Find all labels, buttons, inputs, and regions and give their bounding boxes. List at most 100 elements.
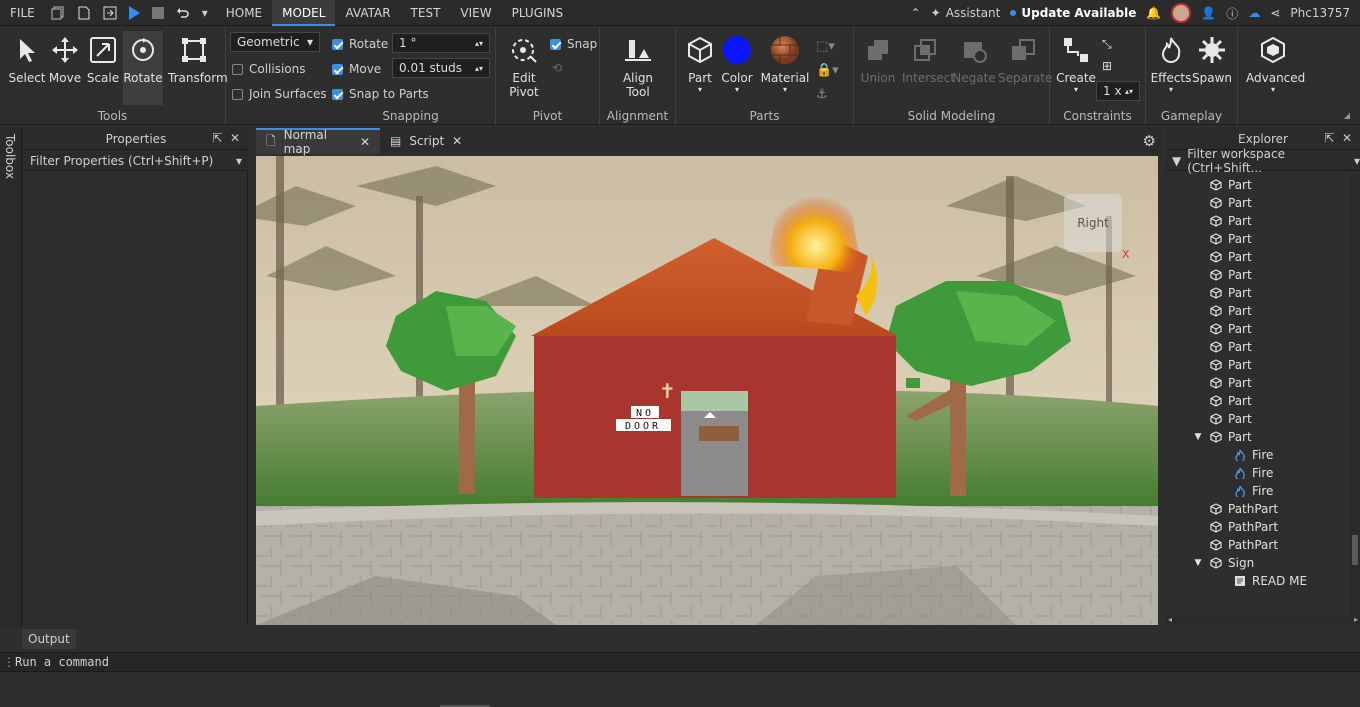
popout-icon[interactable]: ⇱ — [212, 131, 222, 145]
new-file-icon[interactable] — [77, 6, 91, 20]
view-cube[interactable]: Right — [1064, 194, 1122, 252]
explorer-item[interactable]: Part — [1186, 284, 1252, 302]
explorer-item[interactable]: Part — [1186, 194, 1252, 212]
scroll-right-icon[interactable]: ▸ — [1354, 615, 1358, 625]
explorer-item[interactable]: Part — [1186, 230, 1252, 248]
help-icon[interactable]: ⓘ — [1226, 5, 1238, 22]
transform-tool[interactable]: Transform — [168, 35, 228, 85]
mode-dropdown[interactable]: Geometric ▾ — [230, 32, 320, 52]
stepper-icon[interactable]: ▴▾ — [475, 39, 483, 48]
snap-to-parts-checkbox[interactable]: Snap to Parts — [332, 87, 429, 101]
scroll-left-icon[interactable]: ◂ — [1168, 615, 1172, 625]
negate-tool[interactable]: Negate — [952, 35, 996, 85]
explorer-item[interactable]: Part — [1186, 302, 1252, 320]
update-button[interactable]: Update Available — [1010, 6, 1136, 20]
align-tool[interactable]: Align Tool — [618, 35, 658, 99]
effects-tool[interactable]: Effects ▾ — [1150, 35, 1192, 94]
explorer-item[interactable]: READ ME — [1210, 572, 1307, 590]
tab-model[interactable]: MODEL — [272, 0, 336, 26]
scrollbar-thumb[interactable] — [1352, 535, 1358, 565]
rotate-increment-input[interactable]: 1 ° ▴▾ — [392, 33, 490, 53]
username[interactable]: Phc13757 — [1290, 6, 1350, 20]
explorer-hscroll[interactable]: ◂ ▸ — [1166, 615, 1360, 625]
ribbon-expand-icon[interactable]: ◢ — [1344, 111, 1350, 120]
tab-output[interactable]: Output — [22, 629, 76, 649]
intersect-tool[interactable]: Intersect — [902, 35, 955, 85]
explorer-scrollbar[interactable] — [1350, 175, 1360, 615]
publish-icon[interactable] — [103, 6, 117, 20]
explorer-item[interactable]: Part — [1186, 338, 1252, 356]
tab-view[interactable]: VIEW — [450, 0, 501, 26]
close-icon[interactable]: ✕ — [452, 134, 462, 148]
stop-icon[interactable] — [151, 6, 164, 19]
part-tool[interactable]: Part ▾ — [680, 35, 720, 94]
copy-icon[interactable] — [51, 6, 65, 20]
close-icon[interactable]: ✕ — [1342, 131, 1352, 145]
pivot-snap-checkbox[interactable]: Snap — [550, 37, 597, 51]
stepper-icon[interactable]: ▴▾ — [475, 64, 483, 73]
group-icon[interactable]: ⬚▾ — [816, 35, 839, 59]
popout-icon[interactable]: ⇱ — [1324, 131, 1334, 145]
explorer-item[interactable]: PathPart — [1186, 518, 1278, 536]
explorer-item[interactable]: ▼ Part — [1186, 428, 1252, 446]
constraint-scale-input[interactable]: 1 x ▴▾ — [1096, 81, 1140, 101]
explorer-item[interactable]: Fire — [1210, 446, 1273, 464]
separate-tool[interactable]: Separate — [998, 35, 1052, 85]
cloud-icon[interactable]: ☁ — [1248, 6, 1260, 20]
weld-icon[interactable]: ⤡ — [1102, 33, 1112, 55]
join-surfaces-checkbox[interactable]: Join Surfaces — [232, 87, 327, 101]
close-icon[interactable]: ✕ — [230, 131, 240, 145]
file-menu[interactable]: FILE — [0, 0, 45, 26]
anchor-icon[interactable]: ⚓ — [816, 83, 839, 107]
properties-filter-input[interactable]: Filter Properties (Ctrl+Shift+P) ▾ — [24, 151, 248, 171]
avatar[interactable] — [1171, 3, 1192, 23]
explorer-item[interactable]: Part — [1186, 212, 1252, 230]
explorer-item[interactable]: Part — [1186, 410, 1252, 428]
explorer-item[interactable]: Part — [1186, 320, 1252, 338]
explorer-filter-input[interactable]: ▼ Filter workspace (Ctrl+Shift... ▾ — [1166, 147, 1360, 175]
explorer-item[interactable]: ▼ Sign — [1186, 554, 1255, 572]
share-icon[interactable]: ⋖ — [1270, 6, 1280, 20]
move-snap-checkbox[interactable]: Move — [332, 62, 381, 76]
3d-viewport[interactable]: ✝ NO DOOR Right X — [256, 156, 1158, 625]
select-tool[interactable]: Select — [7, 35, 47, 85]
explorer-item[interactable]: Part — [1186, 266, 1252, 284]
assistant-button[interactable]: ✦ Assistant — [931, 6, 1001, 20]
tab-test[interactable]: TEST — [401, 0, 451, 26]
command-bar[interactable]: ⋮ Run a command — [0, 652, 1360, 672]
collapse-ribbon-icon[interactable]: ⌃ — [911, 6, 921, 20]
lock-icon[interactable]: 🔒▾ — [816, 59, 839, 83]
explorer-item[interactable]: Fire — [1210, 464, 1273, 482]
explorer-item[interactable]: Part — [1186, 356, 1252, 374]
add-friend-icon[interactable]: 👤 — [1201, 6, 1216, 20]
explorer-item[interactable]: Part — [1186, 374, 1252, 392]
collisions-checkbox[interactable]: Collisions — [232, 62, 306, 76]
rotate-snap-checkbox[interactable]: Rotate — [332, 37, 388, 51]
visibility-icon[interactable]: ⊞ — [1102, 55, 1112, 77]
tab-plugins[interactable]: PLUGINS — [502, 0, 574, 26]
union-tool[interactable]: Union — [858, 35, 898, 85]
stepper-icon[interactable]: ▴▾ — [1125, 87, 1133, 96]
explorer-item[interactable]: PathPart — [1186, 536, 1278, 554]
material-tool[interactable]: Material ▾ — [760, 35, 810, 94]
tab-avatar[interactable]: AVATAR — [335, 0, 400, 26]
gear-icon[interactable]: ⚙ — [1143, 128, 1162, 154]
explorer-item[interactable]: Part — [1186, 176, 1252, 194]
expand-arrow-icon[interactable]: ▼ — [1186, 432, 1210, 442]
edit-pivot-tool[interactable]: Edit Pivot — [504, 35, 544, 99]
move-tool[interactable]: Move — [45, 35, 85, 85]
color-tool[interactable]: Color ▾ — [717, 35, 757, 94]
pivot-reset-icon[interactable]: ⟲ — [552, 61, 562, 75]
toolbox-side-tab[interactable]: Toolbox — [0, 128, 22, 628]
play-icon[interactable] — [128, 5, 140, 20]
expand-arrow-icon[interactable]: ▼ — [1186, 558, 1210, 568]
rotate-tool[interactable]: Rotate — [123, 31, 163, 105]
explorer-item[interactable]: Part — [1186, 392, 1252, 410]
filter-icon[interactable]: ▼ — [1172, 154, 1181, 168]
scale-tool[interactable]: Scale — [83, 35, 123, 85]
close-icon[interactable]: ✕ — [360, 135, 370, 149]
explorer-item[interactable]: PathPart — [1186, 500, 1278, 518]
explorer-item[interactable]: Fire — [1210, 482, 1273, 500]
tab-script[interactable]: ▤ Script ✕ — [380, 128, 464, 154]
move-increment-input[interactable]: 0.01 studs ▴▾ — [392, 58, 490, 78]
